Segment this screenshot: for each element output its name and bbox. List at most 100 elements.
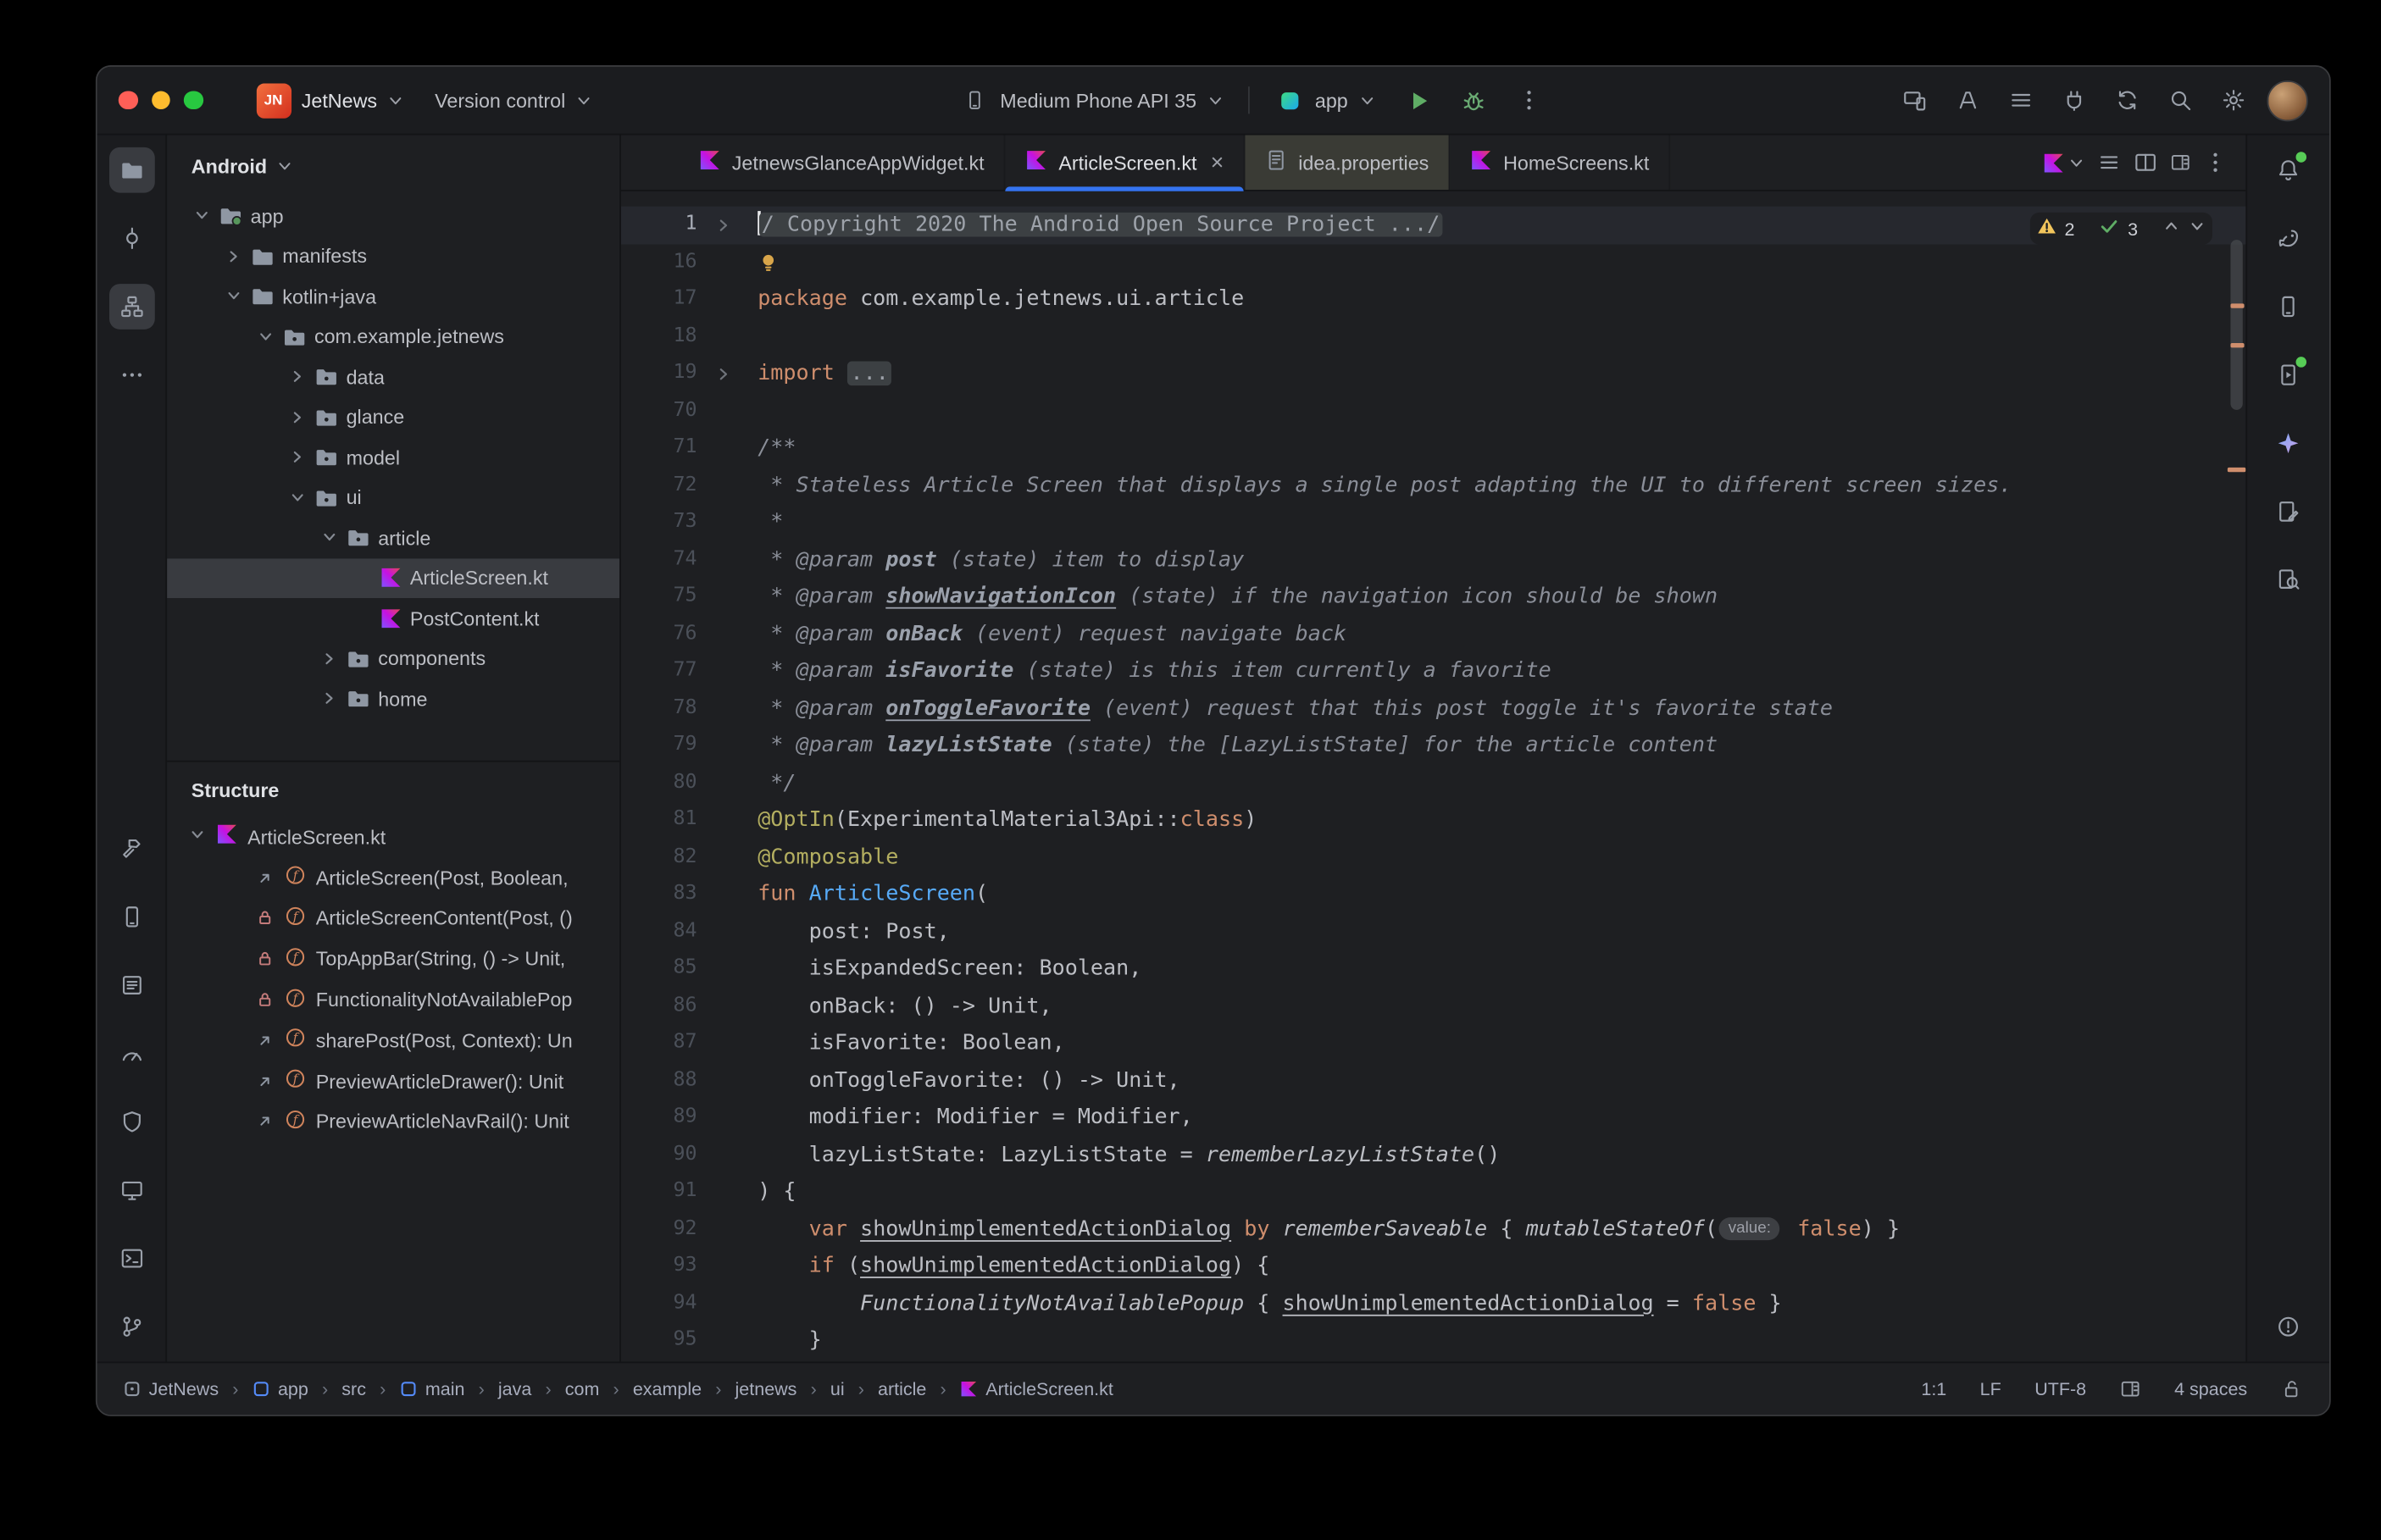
notifications-bell-icon[interactable]	[2266, 147, 2312, 193]
code-line-81[interactable]: 81@OptIn(ExperimentalMaterial3Api::class…	[621, 801, 2245, 839]
breadcrumb-jetnews[interactable]: JetNews	[119, 1376, 224, 1403]
search-everywhere-icon[interactable]	[2161, 80, 2201, 120]
tab-idea-properties[interactable]: idea.properties	[1245, 135, 1450, 190]
tree-item-postcontent-kt[interactable]: PostContent.kt	[167, 598, 619, 638]
project-view-selector[interactable]: Android	[167, 135, 619, 196]
preview-layout-icon[interactable]	[2170, 152, 2191, 173]
structure-item-articlescreen[interactable]: fArticleScreen(Post, Boolean,	[167, 857, 619, 898]
build-icon[interactable]	[108, 826, 154, 872]
project-folder-icon[interactable]	[108, 147, 154, 193]
chevron-right-icon[interactable]	[220, 247, 247, 266]
editor-list-icon[interactable]	[2097, 150, 2122, 174]
running-devices-icon[interactable]	[2266, 352, 2312, 398]
code-line-71[interactable]: 71/**	[621, 429, 2245, 467]
chevron-down-icon[interactable]	[188, 207, 215, 225]
code-line-88[interactable]: 88 onToggleFavorite: () -> Unit,	[621, 1062, 2245, 1100]
chevron-down-icon[interactable]	[188, 826, 207, 849]
code-line-80[interactable]: 80 */	[621, 764, 2245, 801]
tree-item-articlescreen-kt[interactable]: ArticleScreen.kt	[167, 558, 619, 598]
structure-item-previewarticlenavrail[interactable]: fPreviewArticleNavRail(): Unit	[167, 1101, 619, 1142]
code-line-17[interactable]: 17package com.example.jetnews.ui.article	[621, 281, 2245, 319]
chevron-right-icon[interactable]	[284, 448, 311, 467]
chevron-right-icon[interactable]	[316, 690, 343, 708]
sync-project-icon[interactable]	[2107, 80, 2147, 120]
breadcrumb-ui[interactable]: ui	[825, 1376, 848, 1403]
breadcrumb-example[interactable]: example	[628, 1376, 706, 1403]
tree-item-kotlin-java[interactable]: kotlin+java	[167, 276, 619, 316]
tree-item-article[interactable]: article	[167, 518, 619, 557]
gradle-icon[interactable]	[2266, 215, 2312, 261]
code-line-19[interactable]: 19import ...	[621, 355, 2245, 392]
file-lock-icon[interactable]	[2281, 1378, 2302, 1399]
tab-jetnewsglanceappwidget-kt[interactable]: JetnewsGlanceAppWidget.kt	[679, 135, 1006, 190]
code-line-82[interactable]: 82@Composable	[621, 839, 2245, 876]
code-line-86[interactable]: 86 onBack: () -> Unit,	[621, 988, 2245, 1025]
run-configuration-selector[interactable]: app	[1265, 79, 1385, 121]
code-line-93[interactable]: 93 if (showUnimplementedActionDialog) {	[621, 1248, 2245, 1285]
next-problem-icon[interactable]	[2188, 217, 2206, 240]
close-window-button[interactable]	[119, 91, 137, 109]
structure-root-articlescreen-kt[interactable]: ArticleScreen.kt	[167, 817, 619, 857]
breadcrumb-jetnews[interactable]: jetnews	[730, 1376, 802, 1403]
fold-chevron-icon[interactable]	[709, 207, 758, 244]
hidden-tabs-kotlin-icon[interactable]	[2042, 151, 2084, 174]
gemini-icon[interactable]	[2266, 420, 2312, 466]
breadcrumb-articlescreen-kt[interactable]: ArticleScreen.kt	[955, 1376, 1118, 1403]
settings-gear-icon[interactable]	[2214, 80, 2254, 120]
device-manager-icon[interactable]	[2266, 284, 2312, 330]
app-quality-insights-icon[interactable]	[108, 1099, 154, 1144]
structure-tool-icon[interactable]	[108, 284, 154, 330]
logcat-icon[interactable]	[108, 962, 154, 1008]
debug-button[interactable]	[1454, 80, 1494, 120]
tree-item-components[interactable]: components	[167, 639, 619, 679]
ai-assistant-icon[interactable]	[1948, 80, 1988, 120]
chevron-down-icon[interactable]	[220, 287, 247, 306]
breadcrumb-java[interactable]: java	[494, 1376, 536, 1403]
code-line-74[interactable]: 74 * @param post (state) item to display	[621, 541, 2245, 579]
zoom-window-button[interactable]	[184, 91, 203, 109]
code-editor[interactable]: 1/ Copyright 2020 The Android Open Sourc…	[621, 191, 2245, 1362]
intention-bulb-icon[interactable]	[758, 252, 779, 273]
minimize-window-button[interactable]	[151, 91, 169, 109]
more-tool-windows-icon[interactable]	[108, 352, 154, 398]
scrollbar-thumb[interactable]	[2230, 240, 2242, 410]
commit-icon[interactable]	[108, 215, 154, 261]
code-line-76[interactable]: 76 * @param onBack (event) request navig…	[621, 616, 2245, 653]
code-line-90[interactable]: 90 lazyListState: LazyListState = rememb…	[621, 1136, 2245, 1173]
tree-item-model[interactable]: model	[167, 437, 619, 477]
code-line-94[interactable]: 94 FunctionalityNotAvailablePopup { show…	[621, 1285, 2245, 1322]
breadcrumb-article[interactable]: article	[874, 1376, 931, 1403]
structure-item-functionalitynotavailablepop[interactable]: fFunctionalityNotAvailablePop	[167, 979, 619, 1020]
file-encoding[interactable]: UTF-8	[2034, 1378, 2086, 1399]
tree-item-app[interactable]: app	[167, 196, 619, 235]
reader-mode-icon[interactable]	[2120, 1378, 2141, 1399]
code-line-16[interactable]: 16	[621, 244, 2245, 281]
vcs-menu[interactable]: Version control	[425, 83, 603, 118]
breadcrumb-app[interactable]: app	[247, 1376, 313, 1403]
breadcrumb-src[interactable]: src	[337, 1376, 370, 1403]
structure-item-topappbar[interactable]: fTopAppBar(String, () -> Unit,	[167, 939, 619, 979]
structure-item-previewarticledrawer[interactable]: fPreviewArticleDrawer(): Unit	[167, 1061, 619, 1101]
device-streaming-icon[interactable]	[1895, 80, 1934, 120]
plugins-icon[interactable]	[2055, 80, 2095, 120]
code-line-91[interactable]: 91) {	[621, 1173, 2245, 1210]
chevron-right-icon[interactable]	[284, 368, 311, 386]
device-manager-icon[interactable]	[108, 894, 154, 939]
tree-item-home[interactable]: home	[167, 679, 619, 718]
cursor-position[interactable]: 1:1	[1921, 1378, 1946, 1399]
tree-item-data[interactable]: data	[167, 357, 619, 396]
structure-item-sharepost[interactable]: fsharePost(Post, Context): Un	[167, 1020, 619, 1061]
terminal-icon[interactable]	[108, 1236, 154, 1282]
code-line-78[interactable]: 78 * @param onToggleFavorite (event) req…	[621, 690, 2245, 727]
code-line-95[interactable]: 95 }	[621, 1322, 2245, 1360]
structure-item-articlescreencontent[interactable]: fArticleScreenContent(Post, ()	[167, 898, 619, 939]
code-line-83[interactable]: 83fun ArticleScreen(	[621, 876, 2245, 913]
problems-icon[interactable]	[2266, 1304, 2312, 1349]
tab-homescreens-kt[interactable]: HomeScreens.kt	[1450, 135, 1670, 190]
line-separator[interactable]: LF	[1980, 1378, 2001, 1399]
project-menu[interactable]: JN JetNews	[245, 76, 414, 124]
app-inspection-icon[interactable]	[2266, 557, 2312, 603]
code-line-70[interactable]: 70	[621, 392, 2245, 429]
chevron-right-icon[interactable]	[316, 650, 343, 668]
tree-item-ui[interactable]: ui	[167, 478, 619, 518]
